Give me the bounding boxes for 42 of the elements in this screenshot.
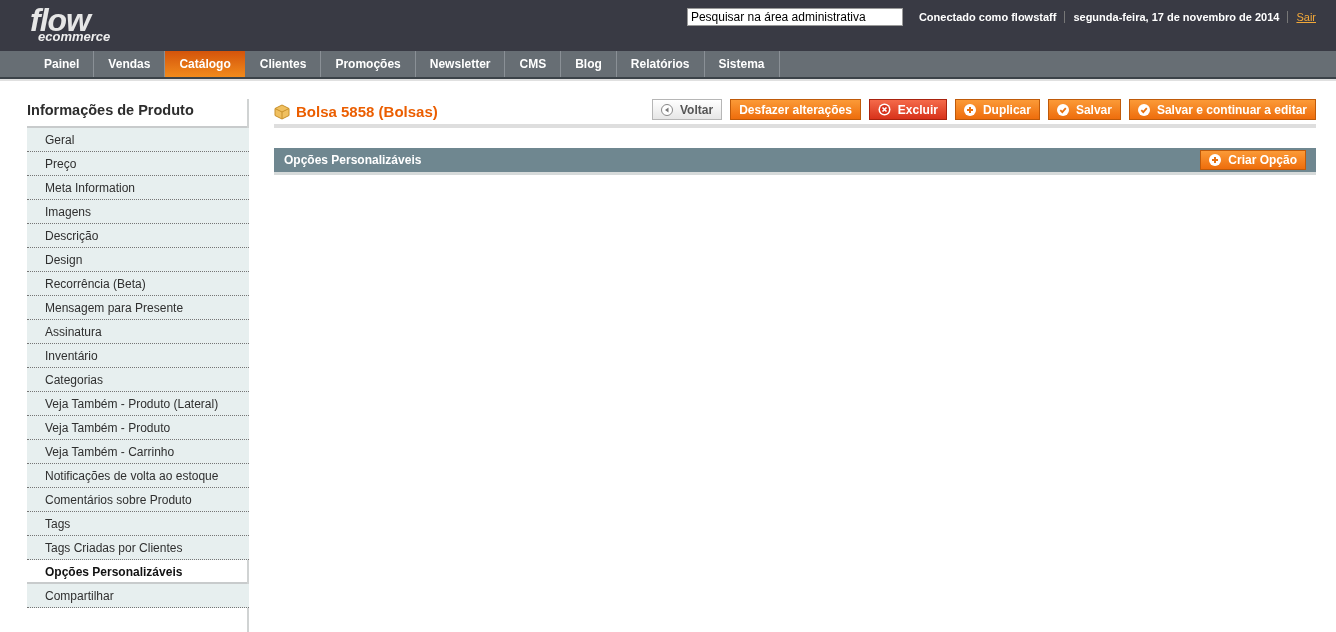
plus-icon — [963, 103, 976, 116]
box-icon — [274, 103, 290, 120]
plus-icon — [1209, 154, 1222, 166]
nav-tab[interactable]: Sistema — [704, 51, 780, 77]
sidebar-tab[interactable]: Mensagem para Presente — [27, 296, 249, 320]
nav-tab[interactable]: Clientes — [245, 51, 322, 77]
sidebar-tab[interactable]: Notificações de volta ao estoque — [27, 464, 249, 488]
user-label: Conectado como flowstaff — [918, 11, 1057, 23]
nav-tab[interactable]: Newsletter — [415, 51, 506, 77]
check-icon — [1137, 103, 1150, 116]
page-title: Bolsa 5858 (Bolsas) — [296, 103, 438, 120]
nav-tab[interactable]: Relatórios — [616, 51, 705, 77]
back-button[interactable]: Voltar — [652, 99, 723, 120]
logo-subtitle: ecommerce — [38, 30, 111, 43]
logout-link[interactable]: Sair — [1287, 11, 1316, 23]
close-icon — [877, 103, 891, 116]
sidebar-tab[interactable]: Compartilhar — [27, 584, 249, 608]
sidebar-tab[interactable]: Preço — [27, 152, 249, 176]
nav-tab[interactable]: Blog — [561, 51, 617, 77]
section-title: Opções Personalizáveis — [284, 153, 422, 167]
sidebar-tab[interactable]: Imagens — [27, 200, 249, 224]
sidebar-tab[interactable]: Tags — [27, 512, 249, 536]
search-field[interactable]: Pesquisar na área administrativa — [686, 8, 903, 26]
sidebar-tab[interactable]: Descrição — [27, 224, 249, 248]
date-label: segunda-feira, 17 de novembro de 2014 — [1064, 11, 1280, 23]
nav-tab[interactable]: Painel — [30, 51, 95, 77]
nav-tab[interactable]: CMS — [505, 51, 562, 77]
sidebar-tab[interactable]: Veja Também - Carrinho — [27, 440, 249, 464]
sidebar-tab[interactable]: Veja Também - Produto (Lateral) — [27, 392, 249, 416]
check-icon — [1056, 103, 1069, 116]
sidebar-tab[interactable]: Assinatura — [27, 320, 249, 344]
sidebar-tab[interactable]: Comentários sobre Produto — [27, 488, 249, 512]
sidebar-tab[interactable]: Veja Também - Produto — [27, 416, 249, 440]
sidebar-tab[interactable]: Geral — [27, 128, 249, 152]
sidebar-tab[interactable]: Inventário — [27, 344, 249, 368]
sidebar-tab[interactable]: Design — [27, 248, 249, 272]
sidebar-tab[interactable]: Tags Criadas por Clientes — [27, 536, 249, 560]
sidebar-tab[interactable]: Recorrência (Beta) — [27, 272, 249, 296]
sidebar-tab[interactable]: Categorias — [27, 368, 249, 392]
delete-button[interactable]: Excluir — [868, 99, 947, 120]
nav-tab[interactable]: Promoções — [321, 51, 416, 77]
sidebar-tab[interactable]: Meta Information — [27, 176, 249, 200]
